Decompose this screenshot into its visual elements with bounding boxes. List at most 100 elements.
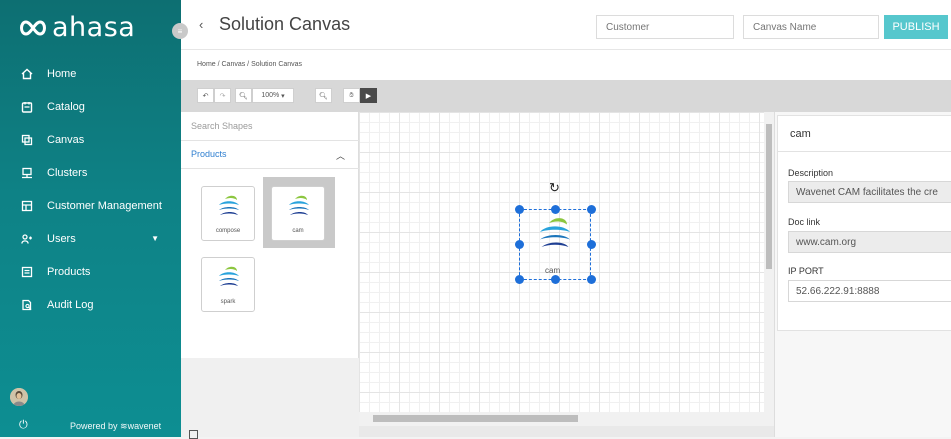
doc-link-label: Doc link	[788, 217, 821, 227]
canvas-icon	[20, 133, 34, 147]
doc-link-field[interactable]: www.cam.org	[788, 231, 951, 253]
redo-icon: ↷	[219, 92, 226, 100]
resize-handle-s[interactable]	[551, 275, 560, 284]
wavenet-product-icon	[219, 266, 239, 286]
hand-icon: ✋︎	[349, 91, 354, 99]
sidebar-item-canvas[interactable]: Canvas	[0, 123, 181, 156]
shape-label: compose	[215, 228, 241, 234]
powered-by: Powered by ≋wavenet	[70, 421, 162, 431]
products-section-header[interactable]: Products ︿	[181, 141, 359, 169]
sidebar-item-label: Home	[47, 67, 77, 80]
properties-panel: cam Description Wavenet CAM facilitates …	[774, 112, 951, 437]
horizontal-scroll-thumb[interactable]	[373, 415, 578, 422]
wavenet-product-icon	[219, 195, 239, 215]
zoom-in-button[interactable]: 🔍︎	[315, 88, 332, 103]
shape-label: cam	[292, 228, 304, 234]
sidebar-collapse-button[interactable]: ≡	[172, 23, 188, 39]
sidebar-item-label: Canvas	[47, 133, 85, 146]
products-icon	[20, 265, 34, 279]
ip-port-field[interactable]: 52.66.222.91:8888	[788, 280, 951, 302]
shape-label: spark	[220, 299, 236, 305]
vertical-scrollbar[interactable]	[764, 112, 774, 426]
shape-spark[interactable]: spark	[201, 257, 255, 312]
avatar[interactable]	[10, 388, 28, 406]
customer-input[interactable]	[596, 15, 734, 39]
description-field[interactable]: Wavenet CAM facilitates the cre	[788, 181, 951, 203]
page-title: Solution Canvas	[219, 14, 351, 34]
publish-button[interactable]: PUBLISH	[884, 15, 948, 39]
sidebar-item-customer-management[interactable]: Customer Management	[0, 189, 181, 222]
menu-icon: ≡	[177, 26, 183, 36]
brand-name: ahasa	[52, 12, 136, 43]
vertical-scroll-thumb[interactable]	[766, 124, 772, 269]
power-icon[interactable]: ⏻	[19, 419, 28, 432]
chevron-up-icon: ︿	[335, 151, 345, 161]
canvas-node-label: cam	[545, 266, 561, 275]
resize-handle-se[interactable]	[587, 275, 596, 284]
outline-toggle-icon[interactable]	[189, 430, 198, 439]
caret-down-icon: ▾	[281, 92, 285, 100]
zoom-select[interactable]: 100% ▾	[252, 88, 294, 103]
description-label: Description	[788, 168, 834, 178]
resize-handle-n[interactable]	[551, 205, 560, 214]
horizontal-scrollbar[interactable]	[359, 412, 764, 426]
breadcrumb[interactable]: Home / Canvas / Solution Canvas	[197, 61, 302, 68]
shape-compose[interactable]: compose	[201, 186, 255, 241]
sidebar-item-label: Products	[47, 265, 91, 278]
shape-cam[interactable]: cam	[271, 186, 325, 241]
rotate-handle-icon[interactable]: ↻	[549, 180, 560, 196]
redo-button[interactable]: ↷	[214, 88, 231, 103]
zoom-out-icon: 🔍︎	[239, 92, 248, 100]
users-icon	[20, 232, 34, 246]
back-chevron-icon[interactable]: ‹	[199, 17, 203, 32]
shapes-panel: Search Shapes Products ︿ compose cam spa	[181, 112, 359, 439]
resize-handle-nw[interactable]	[515, 205, 524, 214]
sidebar-nav: Home Catalog Canvas Clusters Customer Ma…	[0, 57, 181, 321]
breadcrumb-bar: Home / Canvas / Solution Canvas	[181, 50, 951, 80]
sidebar-item-label: Users	[47, 232, 76, 245]
catalog-icon	[20, 100, 34, 114]
resize-handle-w[interactable]	[515, 240, 524, 249]
sidebar-item-clusters[interactable]: Clusters	[0, 156, 181, 189]
divider	[778, 151, 951, 152]
wavenet-product-icon	[289, 195, 309, 215]
customer-management-icon	[20, 199, 34, 213]
canvas-name-input[interactable]	[743, 15, 879, 39]
resize-handle-e[interactable]	[587, 240, 596, 249]
sidebar-item-label: Audit Log	[47, 298, 94, 311]
brand-logo[interactable]: ahasa	[18, 14, 135, 41]
pan-tool-button[interactable]: ✋︎	[343, 88, 360, 103]
audit-log-icon	[20, 298, 34, 312]
sidebar: ahasa Home Catalog Canvas Clusters Custo…	[0, 0, 181, 437]
shapes-panel-footer	[181, 358, 359, 437]
home-icon	[20, 67, 34, 81]
infinity-logo-icon	[20, 19, 46, 36]
caret-down-icon: ▼	[151, 234, 159, 243]
canvas-toolbar: ↶ ↷ 🔍︎ 100% ▾ 🔍︎ ✋︎ ▶	[181, 80, 951, 112]
clusters-icon	[20, 166, 34, 180]
properties-card: cam Description Wavenet CAM facilitates …	[777, 115, 951, 331]
ip-port-label: IP PORT	[788, 266, 824, 276]
resize-handle-sw[interactable]	[515, 275, 524, 284]
sidebar-item-label: Clusters	[47, 166, 88, 179]
undo-button[interactable]: ↶	[197, 88, 214, 103]
header: ‹ Solution Canvas PUBLISH	[181, 0, 951, 50]
search-shapes-input[interactable]: Search Shapes	[181, 112, 359, 141]
sidebar-item-products[interactable]: Products	[0, 255, 181, 288]
sidebar-item-audit-log[interactable]: Audit Log	[0, 288, 181, 321]
sidebar-item-label: Catalog	[47, 100, 85, 113]
wavenet-logo-icon: ≋	[120, 421, 128, 431]
properties-title: cam	[790, 128, 811, 140]
sidebar-item-users[interactable]: Users ▼	[0, 222, 181, 255]
sidebar-item-home[interactable]: Home	[0, 57, 181, 90]
canvas-footer	[359, 426, 774, 437]
resize-handle-ne[interactable]	[587, 205, 596, 214]
sidebar-item-label: Customer Management	[47, 199, 162, 212]
sidebar-item-catalog[interactable]: Catalog	[0, 90, 181, 123]
zoom-out-button[interactable]: 🔍︎	[235, 88, 252, 103]
zoom-in-icon: 🔍︎	[319, 92, 328, 100]
select-tool-button[interactable]: ▶	[360, 88, 377, 103]
undo-icon: ↶	[202, 92, 209, 100]
section-title: Products	[191, 149, 227, 159]
pointer-icon: ▶	[365, 92, 372, 100]
